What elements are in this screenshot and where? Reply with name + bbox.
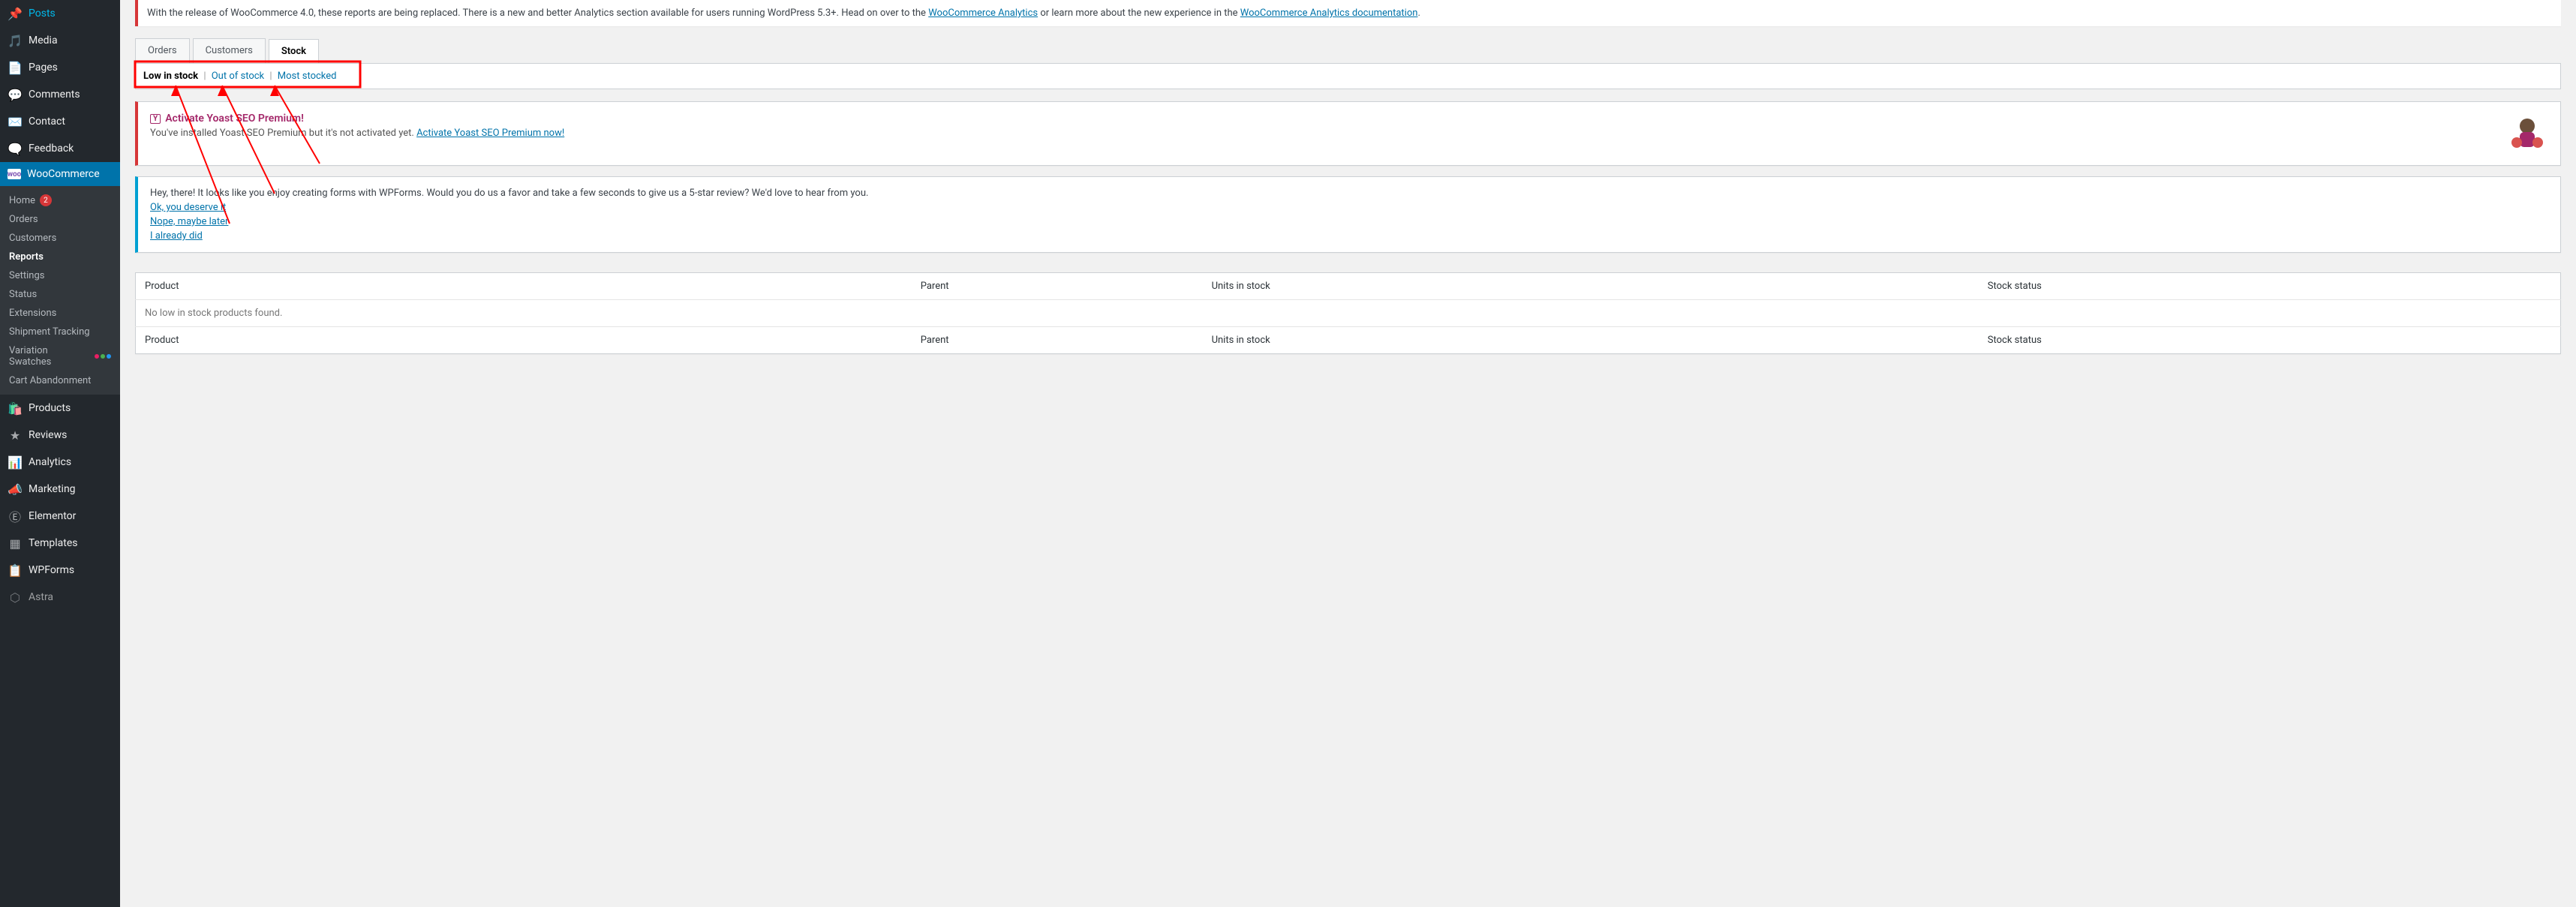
content-area: With the release of WooCommerce 4.0, the… — [120, 0, 2576, 907]
swatch-icon — [95, 354, 111, 359]
yoast-notice: Y Activate Yoast SEO Premium! You've ins… — [135, 101, 2561, 166]
home-badge: 2 — [40, 194, 52, 206]
filter-most-stocked[interactable]: Most stocked — [278, 71, 337, 82]
menu-reviews[interactable]: ★Reviews — [0, 422, 120, 449]
menu-posts[interactable]: 📌Posts — [0, 0, 120, 27]
menu-wpforms[interactable]: 📋WPForms — [0, 557, 120, 584]
filter-out-of-stock[interactable]: Out of stock — [212, 71, 264, 82]
link-analytics-docs[interactable]: WooCommerce Analytics documentation — [1240, 8, 1418, 19]
submenu-reports[interactable]: Reports — [0, 248, 120, 266]
feedback-icon: 🗨️ — [8, 141, 23, 156]
media-icon: 🎵 — [8, 33, 23, 48]
link-analytics[interactable]: WooCommerce Analytics — [928, 8, 1038, 19]
templates-icon: ▦ — [8, 536, 23, 551]
analytics-icon: 📊 — [8, 455, 23, 470]
submenu-cart-abandonment[interactable]: Cart Abandonment — [0, 371, 120, 390]
table-empty-row: No low in stock products found. — [136, 300, 2561, 327]
tab-stock[interactable]: Stock — [269, 39, 319, 64]
comment-icon: 💬 — [8, 87, 23, 102]
submenu-customers[interactable]: Customers — [0, 229, 120, 248]
table-empty-message: No low in stock products found. — [136, 300, 2561, 327]
elementor-icon: Ⓔ — [8, 509, 23, 524]
tab-customers[interactable]: Customers — [193, 38, 266, 63]
wpforms-link-done[interactable]: I already did — [150, 230, 203, 242]
submenu-extensions[interactable]: Extensions — [0, 304, 120, 323]
wpforms-link-later[interactable]: Nope, maybe later — [150, 216, 228, 227]
menu-elementor[interactable]: ⒺElementor — [0, 503, 120, 530]
forms-icon: 📋 — [8, 563, 23, 578]
admin-sidebar: 📌Posts 🎵Media 📄Pages 💬Comments ✉️Contact… — [0, 0, 120, 907]
menu-templates[interactable]: ▦Templates — [0, 530, 120, 557]
fcol-units: Units in stock — [1203, 327, 1979, 354]
fcol-status: Stock status — [1979, 327, 2561, 354]
submenu-settings[interactable]: Settings — [0, 266, 120, 285]
yoast-activate-link[interactable]: Activate Yoast SEO Premium now! — [416, 128, 564, 139]
yoast-title: Y Activate Yoast SEO Premium! — [150, 113, 564, 125]
deprecation-notice: With the release of WooCommerce 4.0, the… — [135, 0, 2561, 26]
report-tabs: Orders Customers Stock — [135, 38, 2561, 63]
page-icon: 📄 — [8, 60, 23, 75]
submenu-status[interactable]: Status — [0, 285, 120, 304]
fcol-parent: Parent — [912, 327, 1203, 354]
submenu-shipment-tracking[interactable]: Shipment Tracking — [0, 323, 120, 341]
stock-filter-bar: Low in stock | Out of stock | Most stock… — [135, 63, 2561, 89]
yoast-badge-icon: Y — [150, 114, 161, 124]
mail-icon: ✉️ — [8, 114, 23, 129]
woocommerce-submenu: Home2 Orders Customers Reports Settings … — [0, 186, 120, 395]
menu-astra[interactable]: ⬡Astra — [0, 584, 120, 611]
menu-analytics[interactable]: 📊Analytics — [0, 449, 120, 476]
table-header-row: Product Parent Units in stock Stock stat… — [136, 273, 2561, 300]
marketing-icon: 📣 — [8, 482, 23, 497]
stock-table: Product Parent Units in stock Stock stat… — [135, 272, 2561, 354]
products-icon: 🛍️ — [8, 401, 23, 416]
menu-pages[interactable]: 📄Pages — [0, 54, 120, 81]
menu-woocommerce[interactable]: woo WooCommerce — [0, 162, 120, 186]
filter-low-in-stock[interactable]: Low in stock — [143, 71, 198, 82]
pin-icon: 📌 — [8, 6, 23, 21]
menu-marketing[interactable]: 📣Marketing — [0, 476, 120, 503]
table-footer-row: Product Parent Units in stock Stock stat… — [136, 327, 2561, 354]
fcol-product: Product — [136, 327, 912, 354]
submenu-orders[interactable]: Orders — [0, 210, 120, 229]
col-status[interactable]: Stock status — [1979, 273, 2561, 300]
astra-icon: ⬡ — [8, 590, 23, 605]
menu-products[interactable]: 🛍️Products — [0, 395, 120, 422]
menu-comments[interactable]: 💬Comments — [0, 81, 120, 108]
menu-media[interactable]: 🎵Media — [0, 27, 120, 54]
wpforms-link-ok[interactable]: Ok, you deserve it — [150, 202, 226, 213]
tab-orders[interactable]: Orders — [135, 38, 190, 63]
wpforms-notice: Hey, there! It looks like you enjoy crea… — [135, 176, 2561, 253]
col-product[interactable]: Product — [136, 273, 912, 300]
yoast-message: You've installed Yoast SEO Premium but i… — [150, 128, 564, 139]
menu-feedback[interactable]: 🗨️Feedback — [0, 135, 120, 162]
submenu-variation-swatches[interactable]: Variation Swatches — [0, 341, 120, 371]
menu-contact[interactable]: ✉️Contact — [0, 108, 120, 135]
yoast-mascot-icon — [2506, 113, 2548, 155]
star-icon: ★ — [8, 428, 23, 443]
woocommerce-icon: woo — [8, 169, 21, 179]
col-units[interactable]: Units in stock — [1203, 273, 1979, 300]
submenu-home[interactable]: Home2 — [0, 191, 120, 210]
wpforms-message: Hey, there! It looks like you enjoy crea… — [150, 188, 2548, 199]
col-parent[interactable]: Parent — [912, 273, 1203, 300]
